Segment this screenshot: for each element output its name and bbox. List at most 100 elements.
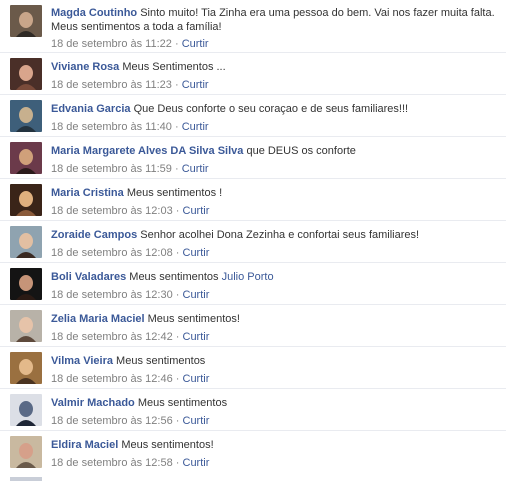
comment-author-link[interactable]: Boli Valadares [51, 271, 126, 283]
comment-item: Boli Valadares Meus sentimentos Julio Po… [0, 262, 506, 304]
next-comment-avatar-partial [10, 477, 42, 481]
comment-item: Zoraide Campos Senhor acolhei Dona Zezin… [0, 220, 506, 262]
like-link[interactable]: Curtir [182, 121, 209, 133]
comment-timestamp[interactable]: 18 de setembro às 12:30 [51, 289, 173, 301]
comment-timestamp[interactable]: 18 de setembro às 11:23 [51, 79, 172, 91]
avatar[interactable] [10, 5, 42, 37]
comment-body: Valmir Machado Meus sentimentos [51, 396, 498, 410]
avatar-image [10, 436, 42, 468]
like-link[interactable]: Curtir [182, 163, 209, 175]
comment-timestamp[interactable]: 18 de setembro às 12:42 [51, 331, 173, 343]
meta-separator: · [175, 457, 180, 469]
comment-item: Magda Coutinho Sinto muito! Tia Zinha er… [0, 0, 506, 52]
comment-author-link[interactable]: Edvania Garcia [51, 103, 131, 115]
comment-author-link[interactable]: Valmir Machado [51, 397, 135, 409]
avatar[interactable] [10, 100, 42, 132]
avatar[interactable] [10, 268, 42, 300]
comment-item: Edvania Garcia Que Deus conforte o seu c… [0, 94, 506, 136]
comment-meta: 18 de setembro às 12:56 · Curtir [51, 414, 209, 428]
comment-timestamp[interactable]: 18 de setembro às 11:40 [51, 121, 172, 133]
comment-timestamp[interactable]: 18 de setembro às 11:59 [51, 163, 172, 175]
meta-separator: · [175, 415, 180, 427]
comment-text: Meus sentimentos [116, 355, 206, 367]
comment-timestamp[interactable]: 18 de setembro às 12:08 [51, 247, 173, 259]
comment-meta: 18 de setembro às 12:42 · Curtir [51, 330, 209, 344]
comment-meta: 18 de setembro às 12:58 · Curtir [51, 456, 209, 470]
comment-item: Viviane Rosa Meus Sentimentos ... 18 de … [0, 52, 506, 94]
like-link[interactable]: Curtir [182, 38, 209, 50]
avatar-image [10, 184, 42, 216]
comment-text: Meus sentimentos! [121, 439, 214, 451]
comment-item: Eldira Maciel Meus sentimentos! 18 de se… [0, 430, 506, 476]
comment-author-link[interactable]: Vilma Vieira [51, 355, 113, 367]
comment-item: Vilma Vieira Meus sentimentos 18 de sete… [0, 346, 506, 388]
avatar-image [10, 310, 42, 342]
comment-author-link[interactable]: Eldira Maciel [51, 439, 118, 451]
comment-meta: 18 de setembro às 11:22 · Curtir [51, 37, 209, 51]
like-link[interactable]: Curtir [183, 289, 210, 301]
comment-body: Viviane Rosa Meus Sentimentos ... [51, 60, 498, 74]
tagged-person-link[interactable]: Julio Porto [222, 271, 274, 283]
comment-meta: 18 de setembro às 12:08 · Curtir [51, 246, 209, 260]
comment-text: Meus sentimentos [129, 271, 219, 283]
avatar-image [10, 100, 42, 132]
comment-author-link[interactable]: Viviane Rosa [51, 61, 119, 73]
comment-text: Meus sentimentos [137, 397, 228, 409]
comment-author-link[interactable]: Zoraide Campos [51, 229, 137, 241]
comment-body: Zelia Maria Maciel Meus sentimentos! [51, 312, 498, 326]
like-link[interactable]: Curtir [183, 247, 210, 259]
comment-body: Boli Valadares Meus sentimentos Julio Po… [51, 270, 498, 284]
comment-item: Maria Margarete Alves DA Silva Silva que… [0, 136, 506, 178]
avatar[interactable] [10, 310, 42, 342]
comment-text: Senhor acolhei Dona Zezinha e confortai … [140, 229, 420, 241]
comment-meta: 18 de setembro às 12:46 · Curtir [51, 372, 209, 386]
like-link[interactable]: Curtir [183, 331, 210, 343]
comment-timestamp[interactable]: 18 de setembro às 12:58 [51, 457, 173, 469]
comment-body: Maria Margarete Alves DA Silva Silva que… [51, 144, 498, 158]
comment-meta: 18 de setembro às 12:03 · Curtir [51, 204, 209, 218]
meta-separator: · [174, 79, 179, 91]
like-link[interactable]: Curtir [183, 415, 210, 427]
avatar-image [10, 394, 42, 426]
meta-separator: · [175, 289, 180, 301]
comment-author-link[interactable]: Maria Cristina [51, 187, 124, 199]
comment-text: Que Deus conforte o seu coraçao e de seu… [133, 103, 409, 115]
comment-text: Meus sentimentos! [147, 313, 240, 325]
avatar-image [10, 268, 42, 300]
meta-separator: · [175, 247, 180, 259]
comment-text: Meus sentimentos ! [126, 187, 223, 199]
comment-meta: 18 de setembro às 11:59 · Curtir [51, 162, 209, 176]
comment-timestamp[interactable]: 18 de setembro às 12:56 [51, 415, 173, 427]
avatar[interactable] [10, 58, 42, 90]
avatar[interactable] [10, 184, 42, 216]
comment-body: Magda Coutinho Sinto muito! Tia Zinha er… [51, 6, 498, 34]
comment-meta: 18 de setembro às 12:30 · Curtir [51, 288, 209, 302]
like-link[interactable]: Curtir [183, 205, 210, 217]
avatar[interactable] [10, 436, 42, 468]
like-link[interactable]: Curtir [183, 373, 210, 385]
avatar[interactable] [10, 352, 42, 384]
meta-separator: · [174, 38, 179, 50]
like-link[interactable]: Curtir [182, 79, 209, 91]
comment-body: Edvania Garcia Que Deus conforte o seu c… [51, 102, 498, 116]
comment-author-link[interactable]: Magda Coutinho [51, 7, 137, 19]
avatar-image [10, 5, 42, 37]
comment-item: Zelia Maria Maciel Meus sentimentos! 18 … [0, 304, 506, 346]
avatar[interactable] [10, 394, 42, 426]
comment-text: que DEUS os conforte [246, 145, 356, 157]
comment-body: Zoraide Campos Senhor acolhei Dona Zezin… [51, 228, 498, 242]
comment-author-link[interactable]: Zelia Maria Maciel [51, 313, 145, 325]
comment-timestamp[interactable]: 18 de setembro às 12:46 [51, 373, 173, 385]
comment-author-link[interactable]: Maria Margarete Alves DA Silva Silva [51, 145, 243, 157]
comment-item: Valmir Machado Meus sentimentos 18 de se… [0, 388, 506, 430]
comment-text: Meus Sentimentos ... [122, 61, 226, 73]
like-link[interactable]: Curtir [183, 457, 210, 469]
comment-timestamp[interactable]: 18 de setembro às 12:03 [51, 205, 173, 217]
meta-separator: · [174, 163, 179, 175]
avatar-image [10, 226, 42, 258]
avatar[interactable] [10, 226, 42, 258]
comment-timestamp[interactable]: 18 de setembro às 11:22 [51, 38, 172, 50]
avatar[interactable] [10, 142, 42, 174]
meta-separator: · [175, 331, 180, 343]
comment-meta: 18 de setembro às 11:23 · Curtir [51, 78, 209, 92]
